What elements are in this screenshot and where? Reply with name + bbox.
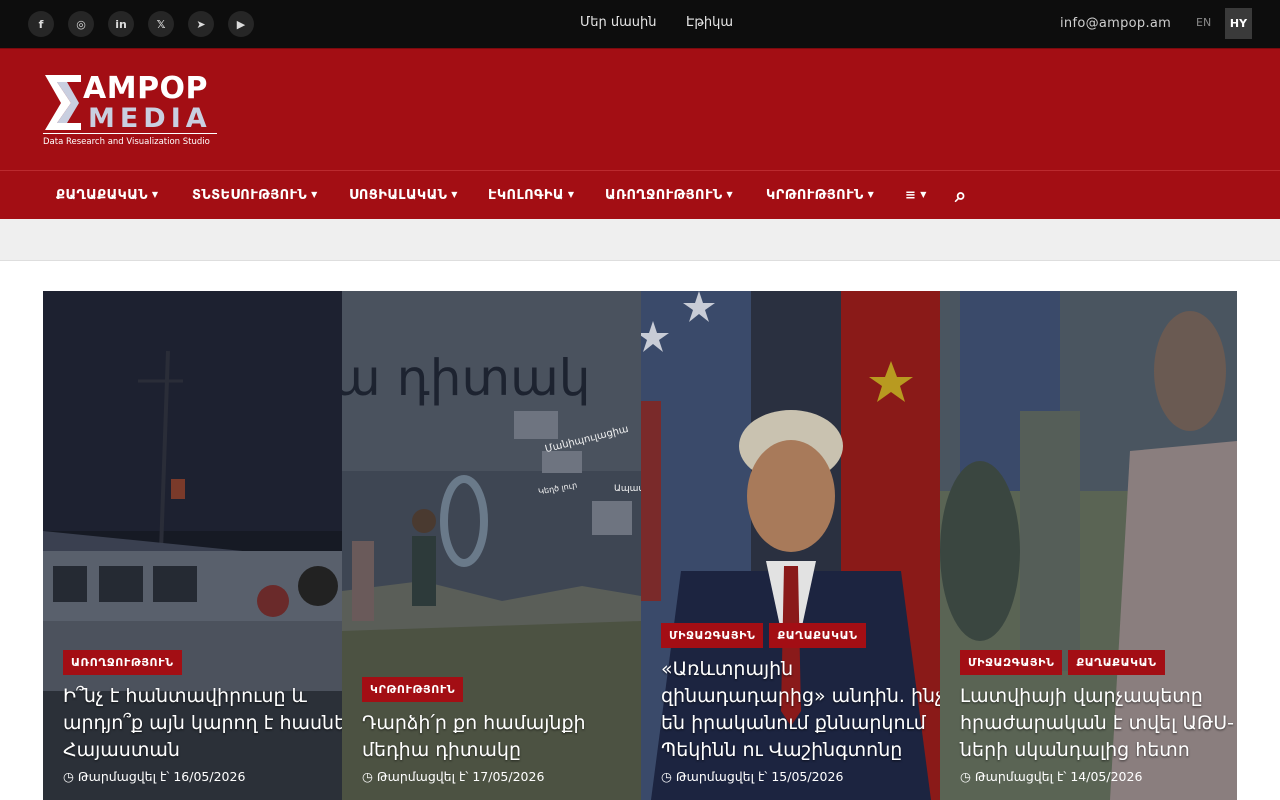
site-logo[interactable]: AMPOP MEDIA Data Research and Visualizat… <box>43 71 223 151</box>
slide-date: ◷ Թարմացվել է՝ 16/05/2026 <box>63 769 246 784</box>
ethics-link[interactable]: Էթիկա <box>686 15 733 30</box>
instagram-icon[interactable]: ◎ <box>68 11 94 37</box>
logo-text-ampop: AMPOP <box>83 71 209 106</box>
slide-tags: ՄԻՋԱԶԳԱՅԻՆ ՔԱՂԱՔԱԿԱՆ <box>960 650 1165 675</box>
nav-item-education[interactable]: ԿՐԹՈՒԹՅՈՒՆ ▼ <box>766 188 874 203</box>
slide-title[interactable]: «Առևտրային զինադադարից» անդին. ինչ են իր… <box>661 656 940 764</box>
chevron-down-icon: ▼ <box>151 190 159 199</box>
slide-title[interactable]: Դարձի՛ր քո համայնքի մեդիա դիտակը <box>362 710 641 764</box>
chevron-down-icon: ▼ <box>567 190 575 199</box>
slide-tags: ՄԻՋԱԶԳԱՅԻՆ ՔԱՂԱՔԱԿԱՆ <box>661 623 866 648</box>
logo-divider <box>43 133 217 134</box>
email-link[interactable]: info@ampop.am <box>1060 16 1171 31</box>
slide-date: ◷ Թարմացվել է՝ 14/05/2026 <box>960 769 1143 784</box>
nav-item-politics[interactable]: ՔԱՂԱՔԱԿԱՆ ▼ <box>56 188 158 203</box>
logo-tagline: Data Research and Visualization Studio <box>43 137 210 147</box>
breadcrumb-bar <box>0 219 1280 261</box>
category-tag[interactable]: ԿՐԹՈՒԹՅՈՒՆ <box>362 677 464 702</box>
slide-date: ◷ Թարմացվել է՝ 17/05/2026 <box>362 769 545 784</box>
slide-title[interactable]: Լատվիայի վարչապետը հրաժարական է տվել ԱԹՍ… <box>960 683 1237 764</box>
clock-icon: ◷ <box>661 769 672 784</box>
slide-card[interactable]: ՄԻՋԱԶԳԱՅԻՆ ՔԱՂԱՔԱԿԱՆ Լատվիայի վարչապետը … <box>940 291 1237 800</box>
slide-tags: ԱՌՈՂՋՈՒԹՅՈՒՆ <box>63 650 182 675</box>
slide-date: ◷ Թարմացվել է՝ 15/05/2026 <box>661 769 844 784</box>
slide-card[interactable]: ԱՌՈՂՋՈՒԹՅՈՒՆ Ի՞նչ է հանտավիրուսը և արդյո… <box>43 291 342 800</box>
nav-item-more[interactable]: ≡ ▼ <box>905 188 927 203</box>
featured-slider: ԱՌՈՂՋՈՒԹՅՈՒՆ Ի՞նչ է հանտավիրուսը և արդյո… <box>43 291 1237 800</box>
top-bar: f ◎ in 𝕏 ➤ ▶ Մեր մասին Էթիկա info@ampop.… <box>0 0 1280 48</box>
facebook-icon[interactable]: f <box>28 11 54 37</box>
nav-item-social[interactable]: ՍՈՑԻԱԼԱԿԱՆ ▼ <box>349 188 458 203</box>
main-nav: ՔԱՂԱՔԱԿԱՆ ▼ ՏՆՏԵՍՈՒԹՅՈՒՆ ▼ ՍՈՑԻԱԼԱԿԱՆ ▼ ԷԿՈ… <box>0 170 1280 219</box>
nav-item-economy[interactable]: ՏՆՏԵՍՈՒԹՅՈՒՆ ▼ <box>192 188 318 203</box>
menu-icon: ≡ <box>905 188 917 203</box>
image-text-label: Ապատեղեկ <box>614 484 641 494</box>
slide-card[interactable]: ՄԻՋԱԶԳԱՅԻՆ ՔԱՂԱՔԱԿԱՆ «Առևտրային զինադադա… <box>641 291 940 800</box>
clock-icon: ◷ <box>63 769 74 784</box>
chevron-down-icon: ▼ <box>451 190 458 199</box>
nav-item-health[interactable]: ԱՌՈՂՋՈՒԹՅՈՒՆ ▼ <box>605 188 733 203</box>
lang-en-button[interactable]: EN <box>1196 16 1211 29</box>
category-tag[interactable]: ՔԱՂԱՔԱԿԱՆ <box>769 623 866 648</box>
image-text-headline: ա դիտակ <box>342 349 591 407</box>
clock-icon: ◷ <box>362 769 373 784</box>
clock-icon: ◷ <box>960 769 971 784</box>
lang-hy-button[interactable]: HY <box>1225 8 1252 39</box>
youtube-icon[interactable]: ▶ <box>228 11 254 37</box>
logo-text-media: MEDIA <box>88 103 212 134</box>
nav-item-ecology[interactable]: ԷԿՈԼՈԳԻԱ ▼ <box>488 188 574 203</box>
category-tag[interactable]: ՔԱՂԱՔԱԿԱՆ <box>1068 650 1165 675</box>
site-header: AMPOP MEDIA Data Research and Visualizat… <box>0 48 1280 170</box>
chevron-down-icon: ▼ <box>311 190 318 199</box>
chevron-down-icon: ▼ <box>867 190 875 199</box>
chevron-down-icon: ▼ <box>920 190 927 199</box>
linkedin-icon[interactable]: in <box>108 11 134 37</box>
x-icon[interactable]: 𝕏 <box>148 11 174 37</box>
slide-tags: ԿՐԹՈՒԹՅՈՒՆ <box>362 677 464 702</box>
slide-title[interactable]: Ի՞նչ է հանտավիրուսը և արդյո՞ք այն կարող … <box>63 683 342 764</box>
category-tag[interactable]: ԱՌՈՂՋՈՒԹՅՈՒՆ <box>63 650 182 675</box>
telegram-icon[interactable]: ➤ <box>188 11 214 37</box>
slide-card[interactable]: ա դիտակ Մանիպուլացիա Կեղծ լուր Ապատեղեկ … <box>342 291 641 800</box>
category-tag[interactable]: ՄԻՋԱԶԳԱՅԻՆ <box>960 650 1063 675</box>
logo-sigma-mark <box>45 75 81 130</box>
about-link[interactable]: Մեր մասին <box>580 15 657 30</box>
category-tag[interactable]: ՄԻՋԱԶԳԱՅԻՆ <box>661 623 764 648</box>
chevron-down-icon: ▼ <box>726 190 734 199</box>
search-icon[interactable]: ⌕ <box>955 183 967 207</box>
